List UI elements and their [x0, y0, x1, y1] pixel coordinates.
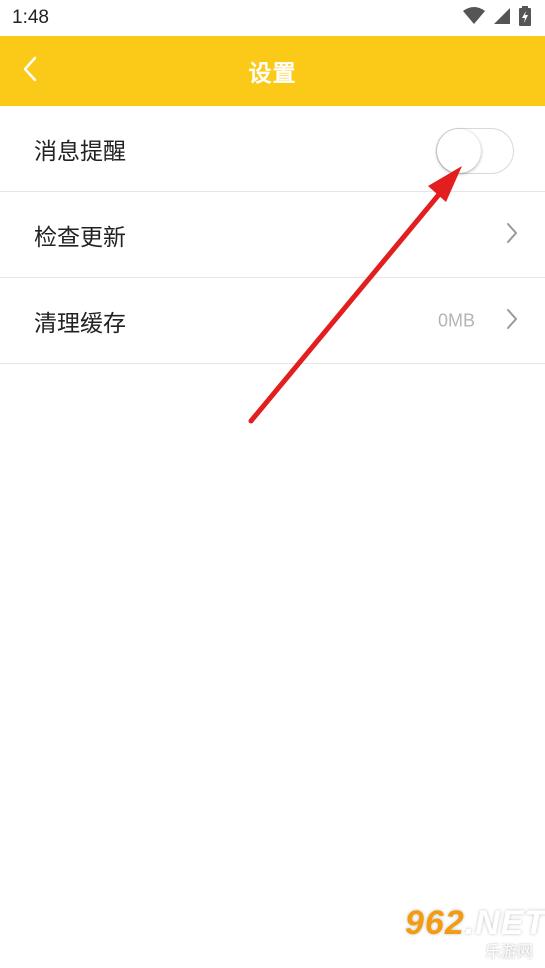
watermark-brand-suffix: .NET: [464, 904, 545, 942]
watermark-brand-number: 962: [405, 904, 465, 942]
status-time: 1:48: [12, 7, 49, 28]
watermark-logo: 962.NET 乐游网: [405, 904, 545, 962]
wifi-icon: [463, 7, 485, 29]
chevron-left-icon: [21, 55, 39, 87]
watermark-subtitle: 乐游网: [484, 942, 533, 961]
setting-row-check-update[interactable]: 检查更新: [0, 192, 545, 278]
setting-label-notifications: 消息提醒: [34, 138, 126, 165]
status-bar: 1:48: [0, 0, 545, 36]
page-title: 设置: [248, 61, 297, 87]
settings-list: 消息提醒 检查更新 清理缓存 0MB: [0, 106, 545, 364]
app-bar: 设置: [0, 36, 545, 106]
back-button[interactable]: [10, 36, 50, 106]
setting-label-clear-cache: 清理缓存: [34, 310, 126, 337]
setting-row-notifications: 消息提醒: [0, 106, 545, 192]
status-icons: [463, 6, 531, 30]
battery-icon: [519, 6, 531, 30]
chevron-right-icon: [505, 221, 519, 249]
chevron-right-icon: [505, 307, 519, 335]
setting-row-clear-cache[interactable]: 清理缓存 0MB: [0, 278, 545, 364]
setting-label-check-update: 检查更新: [34, 224, 126, 251]
cache-size-value: 0MB: [437, 310, 475, 330]
signal-icon: [493, 7, 511, 29]
notifications-toggle[interactable]: [436, 128, 514, 174]
toggle-knob: [437, 129, 481, 173]
